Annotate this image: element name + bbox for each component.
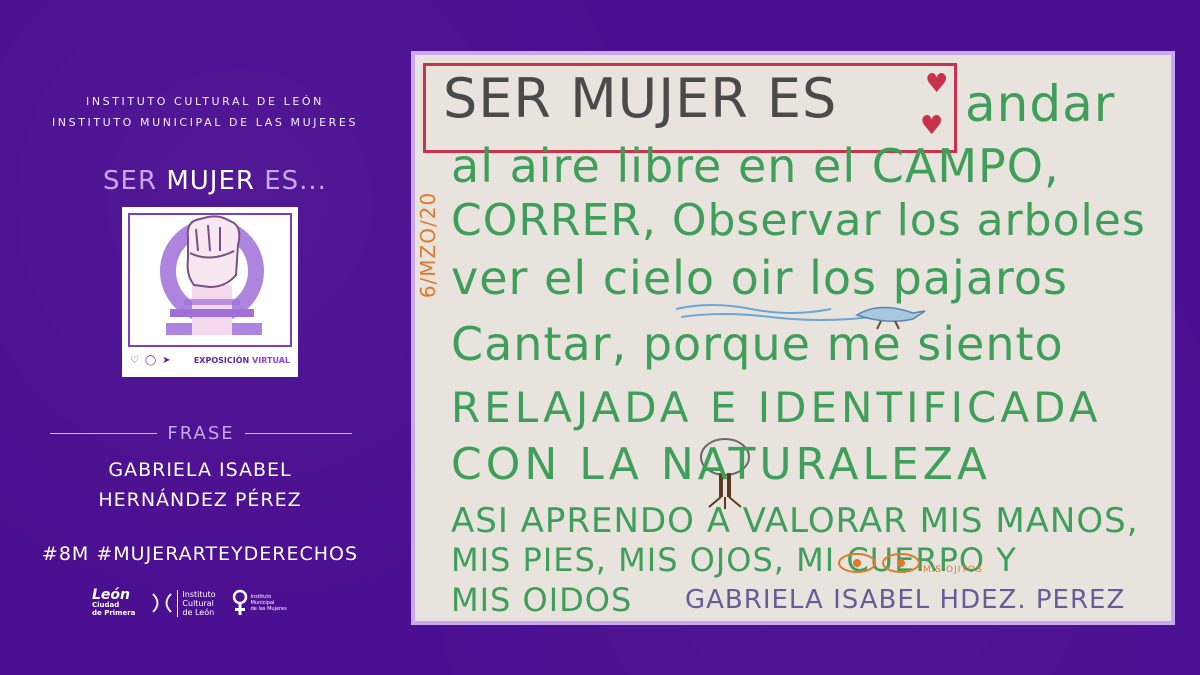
- institution-line-1: INSTITUTO CULTURAL DE LEÓN: [85, 95, 324, 108]
- send-icon: ➤: [162, 354, 171, 366]
- poster-date: 6/MZO/20: [416, 191, 441, 299]
- heart-icon: ♥: [920, 111, 944, 141]
- logo-title-es: ES...: [264, 166, 327, 196]
- divider-line-left: [50, 433, 158, 434]
- poster-line-5: Cantar, porque me siento: [451, 317, 1064, 371]
- poster-line-10: MIS OIDOS: [451, 581, 633, 619]
- frase-label: FRASE: [167, 423, 235, 444]
- instituto-cultural-logo: Instituto Cultural de León: [151, 589, 216, 617]
- imm-mark-icon: [232, 589, 247, 615]
- poster-title: SER MUJER ES: [443, 67, 838, 130]
- heart-icon: ♥: [925, 69, 949, 99]
- author-name-line-1: GABRIELA ISABEL: [108, 459, 292, 481]
- icl-line-3: de León: [182, 607, 215, 617]
- badge-prefix: EXPOSICIÓN: [193, 355, 250, 365]
- poster-line-4: ver el cielo oir los pajaros: [451, 251, 1069, 305]
- poster-line-2: al aire libre en el CAMPO,: [451, 139, 1060, 193]
- eyes-label: MIS OJITOS: [923, 565, 983, 575]
- hashtags: #8M #MUJERARTEYDERECHOS: [41, 543, 359, 565]
- handwritten-poster: SER MUJER ES ♥ ♥ andar 6/MZO/20 al aire …: [415, 55, 1171, 621]
- instituto-mujeres-logo: Instituto Municipal de las Mujeres: [232, 588, 287, 618]
- exhibition-logo-card: ♡ ◯ ➤ EXPOSICIÓN VIRTUAL: [122, 207, 298, 377]
- leon-logo: León Ciudad de Primera: [92, 588, 136, 617]
- logo-artwork: [128, 213, 292, 347]
- comment-icon: ◯: [144, 354, 157, 366]
- footer-logos: León Ciudad de Primera Instituto Cultura…: [92, 583, 322, 623]
- leon-logo-sub2: de Primera: [92, 609, 136, 617]
- logo-title-mujer: MUJER: [166, 166, 255, 196]
- poster-line-8: ASI APRENDO A VALORAR MIS MANOS,: [451, 501, 1139, 541]
- imm-line-3: de las Mujeres: [250, 606, 287, 612]
- frase-divider: FRASE: [50, 423, 352, 444]
- poster-line-3: CORRER, Observar los arboles: [451, 195, 1146, 246]
- icl-line-1: Instituto: [182, 589, 216, 599]
- logo-title-ser: SER: [103, 166, 158, 196]
- eyes-drawing-icon: [838, 553, 920, 573]
- institution-line-2: INSTITUTO MUNICIPAL DE LAS MUJERES: [51, 116, 359, 129]
- icl-mark-icon: [152, 593, 173, 613]
- fist-venus-emblem-icon: [160, 215, 264, 335]
- logo-card-footer: ♡ ◯ ➤ EXPOSICIÓN VIRTUAL: [130, 350, 290, 370]
- heart-icon: ♡: [130, 354, 139, 366]
- poster-line-1: andar: [965, 75, 1116, 133]
- signature: GABRIELA ISABEL HDEZ. PEREZ: [685, 585, 1126, 615]
- icl-line-2: Cultural: [182, 598, 214, 608]
- author-name-line-2: HERNÁNDEZ PÉREZ: [98, 489, 302, 511]
- artwork-photo-frame: SER MUJER ES ♥ ♥ andar 6/MZO/20 al aire …: [411, 51, 1175, 625]
- exposicion-virtual-label: EXPOSICIÓN VIRTUAL: [194, 356, 290, 365]
- divider-line-right: [244, 433, 352, 434]
- exhibition-logo-title: SER MUJER ES...: [0, 166, 430, 196]
- poster-line-6: RELAJADA E IDENTIFICADA: [451, 383, 1102, 432]
- badge-highlight: VIRTUAL: [252, 355, 290, 365]
- poster-line-7: CON LA NATURALEZA: [451, 439, 991, 490]
